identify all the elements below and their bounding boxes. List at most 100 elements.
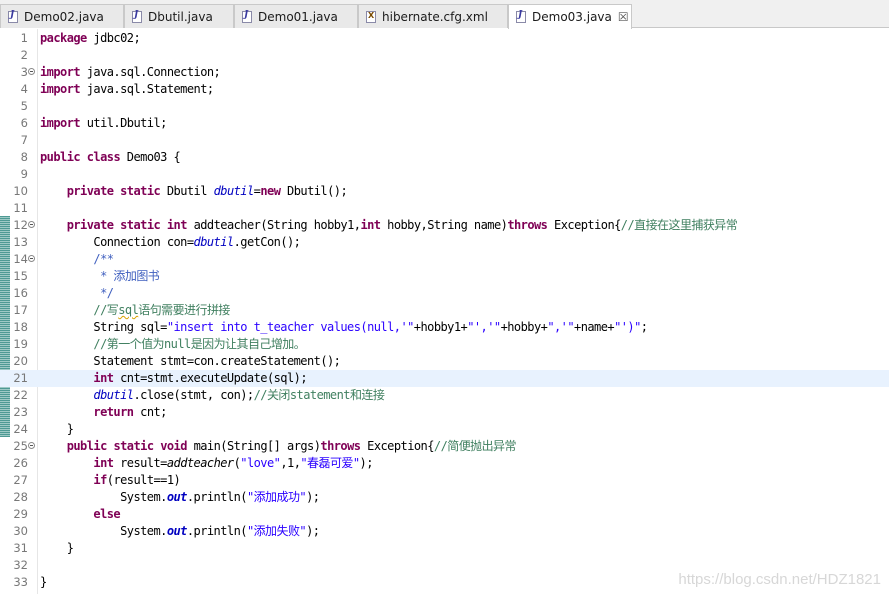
code-token: "添加失败" xyxy=(246,524,307,538)
code-line[interactable]: 28 System.out.println("添加成功"); xyxy=(0,489,889,506)
code-token: "添加成功" xyxy=(246,490,307,504)
fold-collapse-icon[interactable] xyxy=(28,255,35,262)
line-number: 4 xyxy=(20,82,28,96)
code-line[interactable]: 12 private static int addteacher(String … xyxy=(0,217,889,234)
code-token: System. xyxy=(40,524,167,538)
line-code: if(result==1) xyxy=(40,472,180,489)
code-token: } xyxy=(40,575,47,589)
line-code: } xyxy=(40,574,47,591)
line-number: 23 xyxy=(13,405,28,419)
code-token: Connection con= xyxy=(40,235,194,249)
code-token: ); xyxy=(306,490,320,504)
code-line[interactable]: 7 xyxy=(0,132,889,149)
code-line[interactable]: 19 //第一个值为null是因为让其自己增加。 xyxy=(0,336,889,353)
code-token: if xyxy=(93,473,107,487)
code-line[interactable]: 30 System.out.println("添加失败"); xyxy=(0,523,889,540)
code-line[interactable]: 6 import util.Dbutil; xyxy=(0,115,889,132)
line-number: 8 xyxy=(20,150,28,164)
line-number: 14 xyxy=(13,252,28,266)
line-code: //第一个值为null是因为让其自己增加。 xyxy=(40,336,305,353)
code-token: int xyxy=(360,218,381,232)
xml-file-icon xyxy=(366,10,376,23)
code-token: util.Dbutil; xyxy=(80,116,168,130)
line-number: 33 xyxy=(13,575,28,589)
code-line[interactable]: 3 import java.sql.Connection; xyxy=(0,64,889,81)
tab-hibernate-cfg[interactable]: hibernate.cfg.xml xyxy=(358,4,508,28)
code-line[interactable]: 31 } xyxy=(0,540,889,557)
code-token: 语句需要进行拼接 xyxy=(138,303,230,317)
code-line[interactable]: 16 */ xyxy=(0,285,889,302)
code-token: void xyxy=(160,439,187,453)
code-line[interactable]: 21 int cnt=stmt.executeUpdate(sql); xyxy=(0,370,889,387)
code-token: sql xyxy=(118,303,139,317)
code-token: hobby,String name) xyxy=(380,218,508,232)
code-token: Demo03 { xyxy=(120,150,181,164)
line-number: 3 xyxy=(20,65,28,79)
line-number: 13 xyxy=(13,235,28,249)
line-number: 20 xyxy=(13,354,28,368)
code-token: int xyxy=(93,371,114,385)
code-line[interactable]: 11 xyxy=(0,200,889,217)
code-line[interactable]: 10 private static Dbutil dbutil=new Dbut… xyxy=(0,183,889,200)
code-line[interactable]: 27 if(result==1) xyxy=(0,472,889,489)
code-line[interactable]: 24 } xyxy=(0,421,889,438)
line-code: } xyxy=(40,540,74,557)
code-token: import xyxy=(40,116,81,130)
line-number: 12 xyxy=(13,218,28,232)
fold-collapse-icon[interactable] xyxy=(28,68,35,75)
code-token: import xyxy=(40,65,81,79)
tab-demo02[interactable]: Demo02.java xyxy=(0,4,124,28)
line-number: 29 xyxy=(13,507,28,521)
code-line[interactable]: 2 xyxy=(0,47,889,64)
code-line[interactable]: 26 int result=addteacher("love",1,"春磊可爱"… xyxy=(0,455,889,472)
code-line[interactable]: 23 return cnt; xyxy=(0,404,889,421)
tab-dbutil[interactable]: Dbutil.java xyxy=(124,4,234,28)
code-token: java.sql.Connection; xyxy=(80,65,221,79)
line-number: 6 xyxy=(20,116,28,130)
line-code: System.out.println("添加失败"); xyxy=(40,523,320,540)
code-line[interactable]: 1 package jdbc02; xyxy=(0,30,889,47)
code-line[interactable]: 5 xyxy=(0,98,889,115)
code-token: //简便抛出异常 xyxy=(433,439,517,453)
code-line[interactable]: 29 else xyxy=(0,506,889,523)
tab-label: Demo03.java xyxy=(532,10,612,24)
code-token: addteacher xyxy=(166,456,234,470)
code-line[interactable]: 18 String sql="insert into t_teacher val… xyxy=(0,319,889,336)
code-line[interactable]: 4 import java.sql.Statement; xyxy=(0,81,889,98)
line-code: public static void main(String[] args)th… xyxy=(40,438,517,455)
code-line[interactable]: 8 public class Demo03 { xyxy=(0,149,889,166)
line-number: 26 xyxy=(13,456,28,470)
code-line[interactable]: 9 xyxy=(0,166,889,183)
fold-collapse-icon[interactable] xyxy=(28,442,35,449)
code-line[interactable]: 14 /** xyxy=(0,251,889,268)
line-number: 22 xyxy=(13,388,28,402)
tab-demo01[interactable]: Demo01.java xyxy=(234,4,358,28)
code-editor[interactable]: 1 package jdbc02; 2 3 import java.sql.Connec… xyxy=(0,29,889,594)
code-line[interactable]: 25 public static void main(String[] args… xyxy=(0,438,889,455)
code-line[interactable]: 22 dbutil.close(stmt, con);//关闭statement… xyxy=(0,387,889,404)
line-code: */ xyxy=(40,285,114,302)
code-line[interactable]: 20 Statement stmt=con.createStatement(); xyxy=(0,353,889,370)
line-code: int cnt=stmt.executeUpdate(sql); xyxy=(40,370,307,387)
close-tab-icon[interactable]: ☒ xyxy=(618,11,629,23)
java-file-icon xyxy=(8,10,18,23)
tab-demo03[interactable]: Demo03.java ☒ xyxy=(508,4,632,29)
code-line[interactable]: 17 //写sql语句需要进行拼接 xyxy=(0,302,889,319)
line-number: 9 xyxy=(20,167,28,181)
line-code: return cnt; xyxy=(40,404,167,421)
code-token: .close(stmt, con); xyxy=(133,388,254,402)
code-line[interactable]: 15 * 添加图书 xyxy=(0,268,889,285)
code-token: /** xyxy=(93,252,114,266)
code-token: main(String[] args) xyxy=(186,439,321,453)
code-line[interactable]: 13 Connection con=dbutil.getCon(); xyxy=(0,234,889,251)
fold-collapse-icon[interactable] xyxy=(28,221,35,228)
line-number: 19 xyxy=(13,337,28,351)
